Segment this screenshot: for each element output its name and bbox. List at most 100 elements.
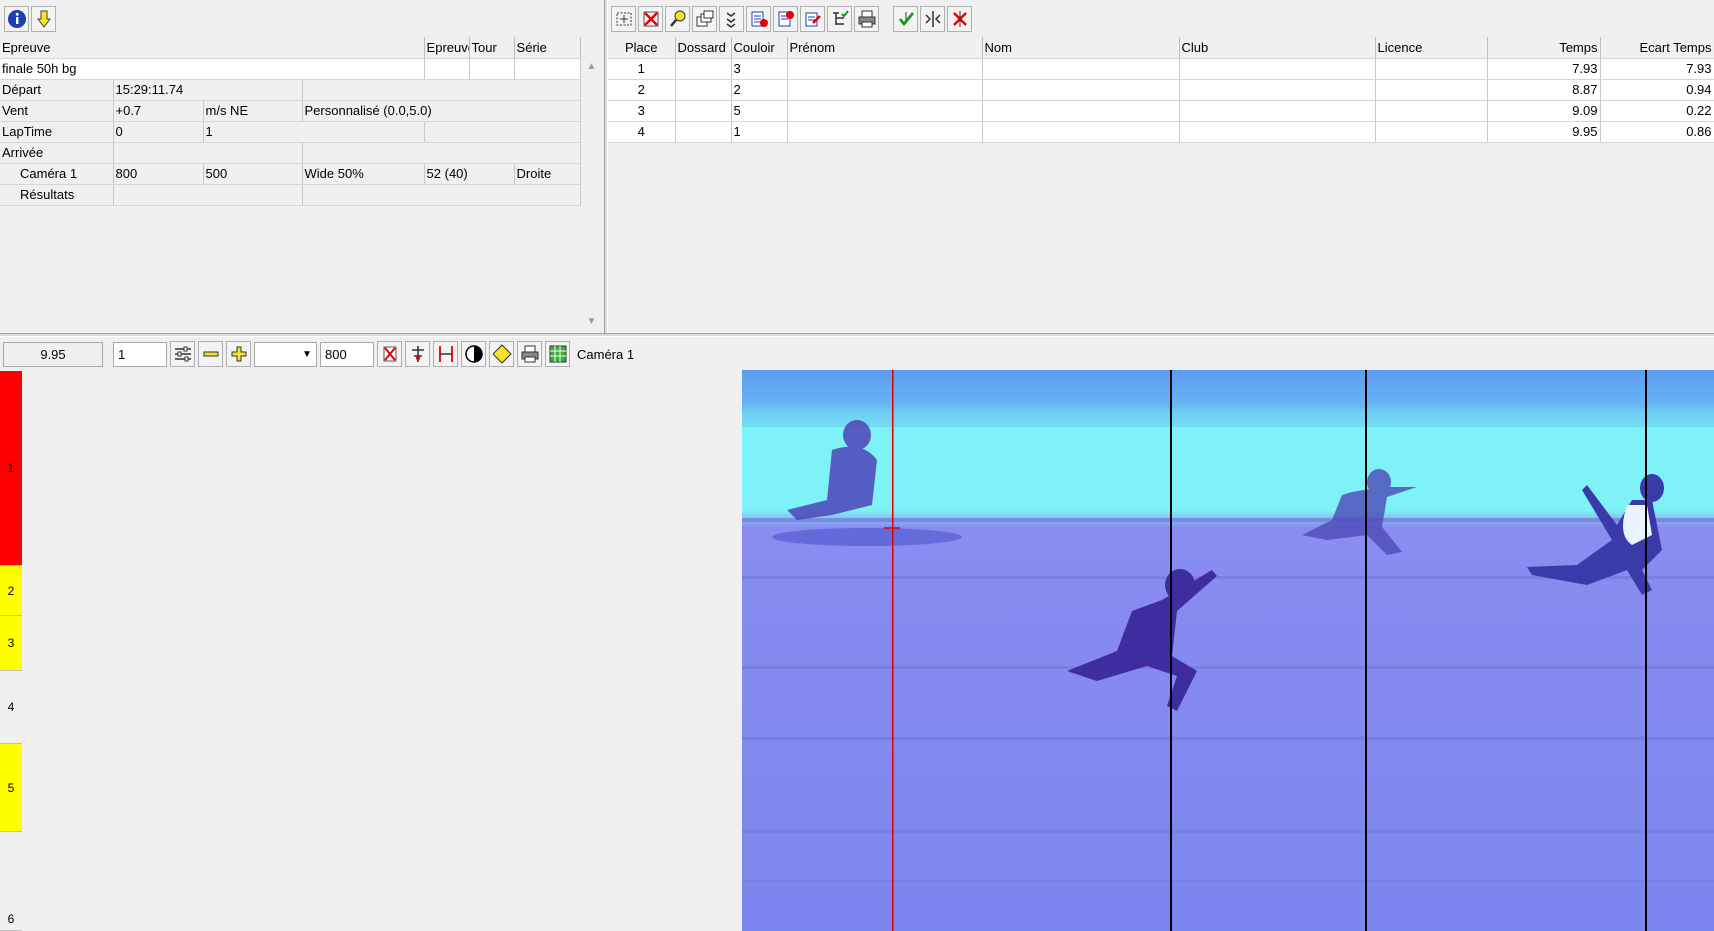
ecart-cell[interactable]: 7.93 bbox=[1600, 58, 1714, 80]
club-cell[interactable] bbox=[1179, 79, 1376, 101]
photo-finish-image[interactable] bbox=[742, 370, 1714, 931]
event-tour-cell[interactable] bbox=[469, 58, 515, 80]
couloir-cell[interactable]: 3 bbox=[731, 58, 788, 80]
club-cell[interactable] bbox=[1179, 121, 1376, 143]
select-all-icon[interactable] bbox=[611, 6, 636, 32]
table-row[interactable]: 3 5 9.09 0.22 bbox=[608, 100, 1714, 122]
vent-value[interactable]: +0.7 bbox=[113, 100, 204, 122]
prenom-cell[interactable] bbox=[787, 79, 983, 101]
red-cross-icon[interactable] bbox=[947, 6, 972, 32]
header-epreuve-n[interactable]: Epreuve n bbox=[424, 37, 470, 59]
lane-3[interactable]: 3 bbox=[0, 616, 22, 671]
step-input[interactable]: 1 bbox=[113, 341, 167, 367]
table-row[interactable]: 2 2 8.87 0.94 bbox=[608, 79, 1714, 101]
camera-value-3[interactable]: Wide 50% bbox=[302, 163, 425, 185]
header-prenom[interactable]: Prénom bbox=[787, 37, 983, 59]
header-tour[interactable]: Tour bbox=[469, 37, 515, 59]
header-nom[interactable]: Nom bbox=[982, 37, 1180, 59]
header-temps[interactable]: Temps bbox=[1487, 37, 1601, 59]
dossard-cell[interactable] bbox=[675, 79, 732, 101]
table-row[interactable]: 4 1 9.95 0.86 bbox=[608, 121, 1714, 143]
nom-cell[interactable] bbox=[982, 58, 1180, 80]
red-x-icon[interactable] bbox=[377, 341, 402, 367]
print-icon[interactable] bbox=[517, 341, 542, 367]
scroll-up-icon[interactable]: ▲ bbox=[583, 58, 600, 75]
ecart-cell[interactable]: 0.22 bbox=[1600, 100, 1714, 122]
place-cell[interactable]: 2 bbox=[608, 79, 676, 101]
header-serie[interactable]: Série bbox=[514, 37, 581, 59]
export-2-icon[interactable] bbox=[773, 6, 798, 32]
windows-icon[interactable] bbox=[692, 6, 717, 32]
ecart-cell[interactable]: 0.86 bbox=[1600, 121, 1714, 143]
temps-cell[interactable]: 9.95 bbox=[1487, 121, 1601, 143]
event-scrollbar[interactable]: ▲ ▼ bbox=[583, 58, 600, 330]
delete-red-x-icon[interactable] bbox=[638, 6, 663, 32]
temps-cell[interactable]: 8.87 bbox=[1487, 79, 1601, 101]
minus-icon[interactable] bbox=[198, 341, 223, 367]
event-name-cell[interactable]: finale 50h bg bbox=[0, 58, 425, 80]
laptime-value-1[interactable]: 0 bbox=[113, 121, 204, 143]
header-epreuve[interactable]: Epreuve bbox=[0, 37, 425, 59]
contrast-icon[interactable] bbox=[461, 341, 486, 367]
scroll-down-icon[interactable]: ▼ bbox=[583, 313, 600, 330]
table-row[interactable]: 1 3 7.93 7.93 bbox=[608, 58, 1714, 80]
depart-time[interactable]: 15:29:11.74 bbox=[113, 79, 303, 101]
diamond-icon[interactable] bbox=[489, 341, 514, 367]
header-couloir[interactable]: Couloir bbox=[731, 37, 788, 59]
temps-cell[interactable]: 9.09 bbox=[1487, 100, 1601, 122]
lane-4[interactable]: 4 bbox=[0, 671, 22, 744]
dossard-cell[interactable] bbox=[675, 121, 732, 143]
align-icon[interactable] bbox=[405, 341, 430, 367]
chevron-down-icon[interactable]: ▼ bbox=[298, 343, 316, 366]
ecart-cell[interactable]: 0.94 bbox=[1600, 79, 1714, 101]
camera-value-5[interactable]: Droite bbox=[514, 163, 581, 185]
licence-cell[interactable] bbox=[1375, 79, 1488, 101]
event-serie-cell[interactable] bbox=[514, 58, 581, 80]
licence-cell[interactable] bbox=[1375, 100, 1488, 122]
tree-list-icon[interactable] bbox=[827, 6, 852, 32]
lane-5[interactable]: 5 bbox=[0, 744, 22, 832]
grid-icon[interactable] bbox=[545, 341, 570, 367]
camera-value-2[interactable]: 500 bbox=[203, 163, 303, 185]
header-ecart-temps[interactable]: Ecart Temps bbox=[1600, 37, 1714, 59]
horizontal-splitter[interactable] bbox=[0, 333, 1714, 337]
export-3-icon[interactable] bbox=[800, 6, 825, 32]
place-cell[interactable]: 1 bbox=[608, 58, 676, 80]
check-list-icon[interactable] bbox=[719, 6, 744, 32]
couloir-cell[interactable]: 2 bbox=[731, 79, 788, 101]
vent-unit[interactable]: m/s NE bbox=[203, 100, 303, 122]
prenom-cell[interactable] bbox=[787, 100, 983, 122]
camera-value-1[interactable]: 800 bbox=[113, 163, 204, 185]
couloir-cell[interactable]: 5 bbox=[731, 100, 788, 122]
header-dossard[interactable]: Dossard bbox=[675, 37, 732, 59]
info-icon[interactable] bbox=[4, 6, 29, 32]
header-place[interactable]: Place bbox=[608, 37, 676, 59]
finish-line-2[interactable] bbox=[1170, 370, 1172, 931]
temps-cell[interactable]: 7.93 bbox=[1487, 58, 1601, 80]
lane-2[interactable]: 2 bbox=[0, 566, 22, 616]
header-club[interactable]: Club bbox=[1179, 37, 1376, 59]
couloir-cell[interactable]: 1 bbox=[731, 121, 788, 143]
green-check-icon[interactable] bbox=[893, 6, 918, 32]
settings-lines-icon[interactable] bbox=[170, 341, 195, 367]
prenom-cell[interactable] bbox=[787, 121, 983, 143]
camera-value-4[interactable]: 52 (40) bbox=[424, 163, 515, 185]
cursor-line[interactable] bbox=[892, 370, 894, 931]
magnifier-icon[interactable] bbox=[665, 6, 690, 32]
header-licence[interactable]: Licence bbox=[1375, 37, 1488, 59]
resultats-label[interactable]: Résultats bbox=[0, 184, 114, 206]
lane-6[interactable]: 6 bbox=[0, 832, 22, 931]
licence-cell[interactable] bbox=[1375, 121, 1488, 143]
laptime-value-2[interactable]: 1 bbox=[203, 121, 425, 143]
download-arrow-icon[interactable] bbox=[31, 6, 56, 32]
prenom-cell[interactable] bbox=[787, 58, 983, 80]
width-input[interactable]: 800 bbox=[320, 341, 374, 367]
club-cell[interactable] bbox=[1179, 100, 1376, 122]
club-cell[interactable] bbox=[1179, 58, 1376, 80]
dossard-cell[interactable] bbox=[675, 58, 732, 80]
nom-cell[interactable] bbox=[982, 79, 1180, 101]
nom-cell[interactable] bbox=[982, 121, 1180, 143]
export-1-icon[interactable] bbox=[746, 6, 771, 32]
vent-mode[interactable]: Personnalisé (0.0,5.0) bbox=[302, 100, 581, 122]
finish-line-4[interactable] bbox=[1645, 370, 1647, 931]
